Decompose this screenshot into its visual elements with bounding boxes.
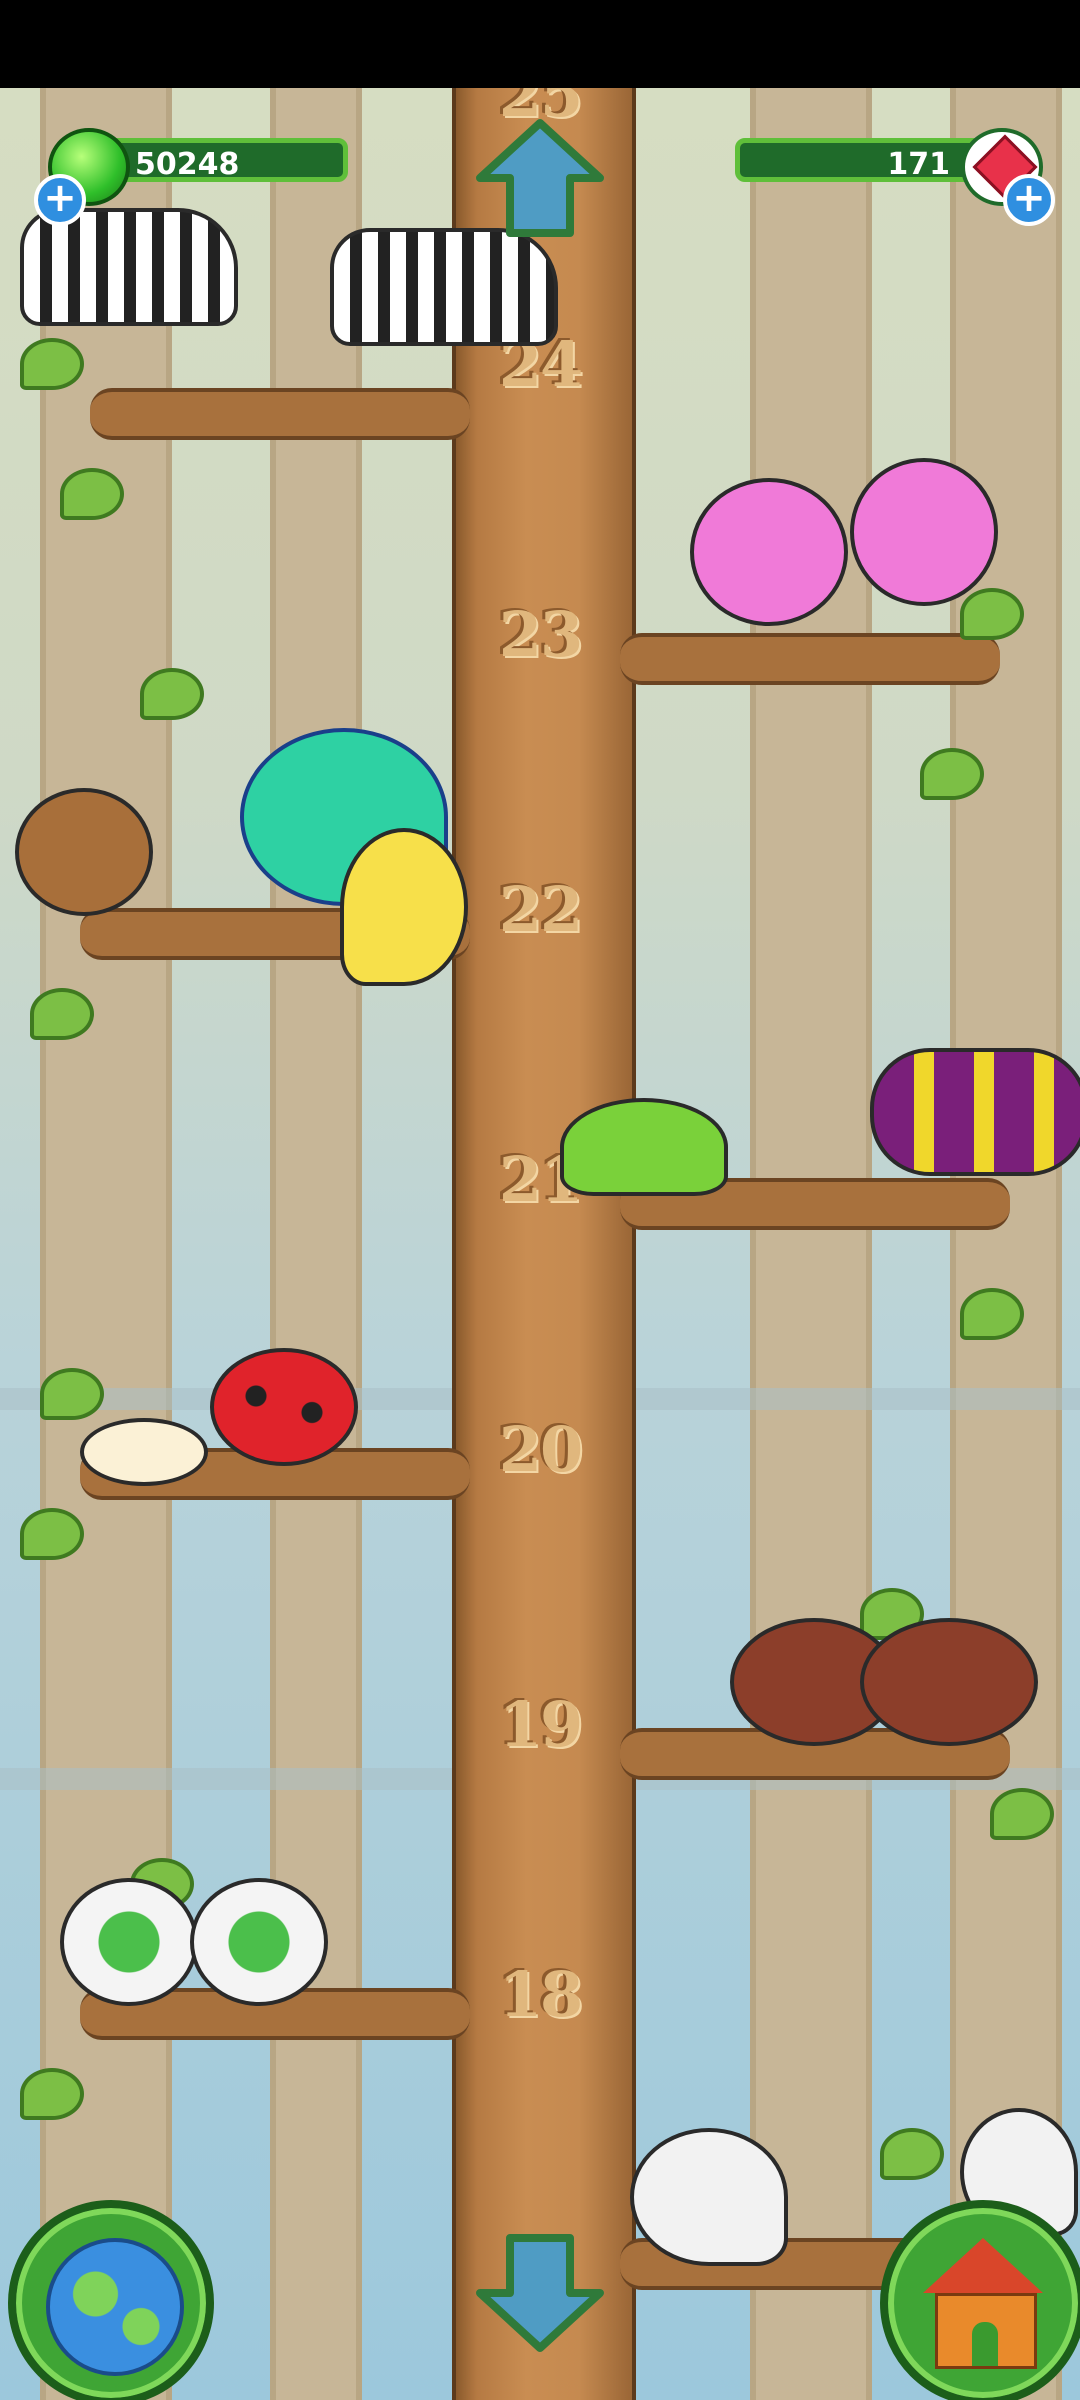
pelican-creature[interactable] xyxy=(630,2128,788,2266)
add-currency-button[interactable]: + xyxy=(34,174,86,226)
down-arrow-icon xyxy=(476,2234,604,2352)
leaf xyxy=(960,588,1024,640)
add-gems-button[interactable]: + xyxy=(1003,174,1055,226)
seahorse-creature[interactable] xyxy=(340,828,468,986)
bear-creature[interactable] xyxy=(15,788,153,916)
gems-counter: 171 + xyxy=(735,128,1055,226)
ladybug-creature[interactable] xyxy=(210,1348,358,1466)
leaf xyxy=(20,2068,84,2120)
turtle-creature[interactable] xyxy=(560,1098,728,1196)
zebra-creature[interactable] xyxy=(20,208,238,326)
main-tree-trunk xyxy=(452,88,636,2400)
boar-creature[interactable] xyxy=(860,1618,1038,1746)
leaf xyxy=(990,1788,1054,1840)
home-button[interactable] xyxy=(880,2200,1080,2400)
level-number: 20 xyxy=(498,1413,583,1486)
currency-bar: 50248 xyxy=(98,138,348,182)
pink-sunfish-creature[interactable] xyxy=(850,458,998,606)
scroll-down-button[interactable] xyxy=(475,2233,605,2353)
leaf xyxy=(40,1368,104,1420)
gems-value: 171 xyxy=(887,147,950,182)
level-number: 22 xyxy=(498,873,583,946)
leaf xyxy=(20,1508,84,1560)
zebra-creature[interactable] xyxy=(330,228,558,346)
branch-level-23[interactable] xyxy=(620,633,1000,685)
flower-sprite-creature[interactable] xyxy=(190,1878,328,2006)
currency-counter: 50248 + xyxy=(34,128,358,226)
game-scene: 25 24 23 22 21 20 19 18 50248 + 171 + xyxy=(0,88,1080,2400)
currency-value: 50248 xyxy=(135,147,240,182)
flower-sprite-creature[interactable] xyxy=(60,1878,198,2006)
branch-level-24[interactable] xyxy=(90,388,470,440)
system-status-bar xyxy=(0,0,1080,88)
caterpillar-creature[interactable] xyxy=(870,1048,1080,1176)
level-number: 18 xyxy=(498,1958,583,2031)
gems-bar: 171 xyxy=(735,138,985,182)
level-number: 19 xyxy=(498,1688,583,1761)
level-number: 23 xyxy=(498,598,583,671)
background-tree xyxy=(750,88,872,2400)
leaf xyxy=(880,2128,944,2180)
scroll-up-button[interactable] xyxy=(475,118,605,238)
up-arrow-icon xyxy=(476,119,604,237)
house-icon xyxy=(923,2238,1043,2369)
pink-sunfish-creature[interactable] xyxy=(690,478,848,626)
leaf xyxy=(60,468,124,520)
koi-fish-creature[interactable] xyxy=(80,1418,208,1486)
background-tree xyxy=(950,88,1062,2400)
leaf xyxy=(30,988,94,1040)
leaf xyxy=(920,748,984,800)
leaf xyxy=(20,338,84,390)
world-map-button[interactable] xyxy=(8,2200,214,2400)
globe-icon xyxy=(46,2238,184,2376)
leaf xyxy=(960,1288,1024,1340)
leaf xyxy=(140,668,204,720)
